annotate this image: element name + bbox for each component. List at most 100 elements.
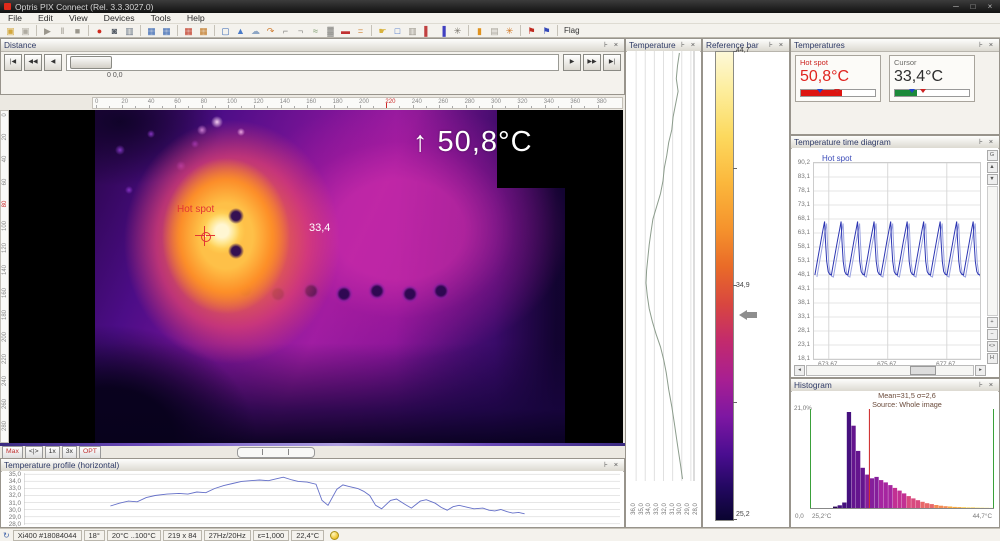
close-button[interactable]: × <box>984 2 996 11</box>
h-profile-panel: Temperature profile (horizontal) ⊦ × 35,… <box>0 458 625 528</box>
close-icon[interactable]: × <box>986 40 996 50</box>
nav-forward-button-2[interactable]: ▶| <box>603 54 621 71</box>
toolbar-line-diagram-icon[interactable]: ≈ <box>309 25 322 37</box>
scale-arrow-marker[interactable] <box>739 310 759 320</box>
toolbar-separator <box>468 25 469 36</box>
toolbar-cloud-icon[interactable]: ☁ <box>249 25 262 37</box>
toolbar-flag-red-icon[interactable]: ⚑ <box>525 25 538 37</box>
close-icon[interactable]: × <box>688 40 698 50</box>
toolbar-stop-icon[interactable]: ■ <box>71 25 84 37</box>
ruler-tick <box>96 105 97 108</box>
toolbar-snapshot-icon[interactable]: ◙ <box>108 25 121 37</box>
pin-icon[interactable]: ⊦ <box>976 40 986 50</box>
time-side-button-1[interactable]: ▲ <box>987 162 998 173</box>
hotspot-card-label: Hot spot <box>800 58 876 67</box>
vprofile-xtick-7: 29,0 <box>685 503 691 515</box>
toolbar-gray-grid-icon[interactable]: ▥ <box>406 25 419 37</box>
toolbar-histogram-tool-icon[interactable]: ▓ <box>324 25 337 37</box>
scroll-right-arrow[interactable]: ▸ <box>975 365 986 376</box>
time-corner-button-2[interactable]: <> <box>987 341 998 352</box>
menu-item-tools[interactable]: Tools <box>143 13 179 23</box>
close-icon[interactable]: × <box>611 460 621 470</box>
pin-icon[interactable]: ⊦ <box>601 40 611 50</box>
menu-item-file[interactable]: File <box>0 13 30 23</box>
nav-forward-button-0[interactable]: ▶ <box>563 54 581 71</box>
time-corner-button-1[interactable]: − <box>987 329 998 340</box>
pin-icon[interactable]: ⊦ <box>678 40 688 50</box>
menu-item-view[interactable]: View <box>61 13 96 23</box>
ruler-tick <box>294 106 295 108</box>
toolbar: ▣▣▶‖■●◙▥▦▦▦▦▢▲☁↷⌐¬≈▓▬=☛□▥▌▐✳▮▤✳⚑⚑Flag <box>0 24 1000 38</box>
time-corner-button-0[interactable]: + <box>987 317 998 328</box>
toolbar-profile-horizontal-icon[interactable]: ⌐ <box>279 25 292 37</box>
time-hscroll-thumb[interactable] <box>910 366 936 375</box>
time-side-button-0[interactable]: G <box>987 150 998 161</box>
toolbar-play-icon[interactable]: ▶ <box>41 25 54 37</box>
toolbar-temp-box-icon[interactable]: ▮ <box>473 25 486 37</box>
toolbar-chart-peak-icon[interactable]: ▲ <box>234 25 247 37</box>
pin-icon[interactable]: ⊦ <box>976 380 986 390</box>
maximize-button[interactable]: □ <box>967 2 979 11</box>
hprofile-ytick-3: 32,0 <box>4 492 21 499</box>
time-hscroll-track[interactable] <box>806 365 974 376</box>
toolbar-record-icon[interactable]: ● <box>93 25 106 37</box>
close-icon[interactable]: × <box>986 137 996 147</box>
pin-icon[interactable]: ⊦ <box>601 460 611 470</box>
toolbar-select-area-icon[interactable]: □ <box>391 25 404 37</box>
nav-back-button-0[interactable]: |◀ <box>4 54 22 71</box>
toolbar-separator <box>557 25 558 36</box>
time-corner-button-3[interactable]: H <box>987 353 998 364</box>
ruler-tick <box>135 106 136 108</box>
ruler-tick <box>584 106 585 108</box>
pin-icon[interactable]: ⊦ <box>766 40 776 50</box>
toolbar-open-file-icon[interactable]: ▣ <box>4 25 17 37</box>
close-icon[interactable]: × <box>776 40 786 50</box>
toolbar-palette-blue-icon[interactable]: ▐ <box>436 25 449 37</box>
menu-item-devices[interactable]: Devices <box>96 13 143 23</box>
nav-forward-button-1[interactable]: ▶▶ <box>583 54 601 71</box>
toolbar-arrow-redo-icon[interactable]: ↷ <box>264 25 277 37</box>
time-side-button-2[interactable]: ▼ <box>987 174 998 185</box>
pin-icon[interactable]: ⊦ <box>976 137 986 147</box>
app-logo-icon <box>4 3 11 10</box>
toolbar-table-red-icon[interactable]: ▦ <box>182 25 195 37</box>
scale-mid-label: 34,9 <box>736 282 750 289</box>
nav-back-button-2[interactable]: ◀ <box>44 54 62 71</box>
distance-slider-thumb[interactable] <box>70 56 112 69</box>
menu-item-help[interactable]: Help <box>179 13 213 23</box>
toolbar-flag-blue-icon[interactable]: ⚑ <box>540 25 553 37</box>
thermal-canvas[interactable]: Hot spot 33,4 ↑ 50,8°C <box>9 110 623 443</box>
toolbar-subtract-icon[interactable]: ▬ <box>339 25 352 37</box>
toolbar-profile-vertical-icon[interactable]: ¬ <box>294 25 307 37</box>
distance-slider[interactable] <box>66 54 559 71</box>
toolbar-table-orange-icon[interactable]: ▦ <box>197 25 210 37</box>
ruler-tick <box>518 105 519 108</box>
toolbar-copy-icon[interactable]: ▥ <box>123 25 136 37</box>
nav-back-button-1[interactable]: ◀◀ <box>24 54 42 71</box>
lamp-icon[interactable] <box>330 531 339 540</box>
ruler-tick <box>175 105 176 108</box>
time-vscroll-track[interactable] <box>987 186 998 316</box>
toolbar-settings-icon[interactable]: ✳ <box>451 25 464 37</box>
minimize-button[interactable]: ─ <box>950 2 962 11</box>
hotspot-crosshair-marker[interactable] <box>199 230 211 242</box>
toolbar-pause-icon[interactable]: ‖ <box>56 25 69 37</box>
ruler-tick <box>426 106 427 108</box>
cursor-card-bar <box>894 89 970 97</box>
cursor-card-value: 33,4°C <box>894 68 970 86</box>
toolbar-save-icon[interactable]: ▣ <box>19 25 32 37</box>
scroll-left-arrow[interactable]: ◂ <box>794 365 805 376</box>
toolbar-new-view-icon[interactable]: ▢ <box>219 25 232 37</box>
toolbar-range-icon[interactable]: = <box>354 25 367 37</box>
toolbar-grid-2-icon[interactable]: ▤ <box>488 25 501 37</box>
menu-item-edit[interactable]: Edit <box>30 13 61 23</box>
toolbar-table-blue-2-icon[interactable]: ▦ <box>160 25 173 37</box>
close-icon[interactable]: × <box>611 40 621 50</box>
close-icon[interactable]: × <box>986 380 996 390</box>
toolbar-hand-icon[interactable]: ☛ <box>376 25 389 37</box>
toolbar-table-blue-icon[interactable]: ▦ <box>145 25 158 37</box>
toolbar-palette-red-icon[interactable]: ▌ <box>421 25 434 37</box>
toolbar-star-icon[interactable]: ✳ <box>503 25 516 37</box>
ruler-tick <box>254 105 255 108</box>
zoom-slider[interactable] <box>237 447 315 458</box>
